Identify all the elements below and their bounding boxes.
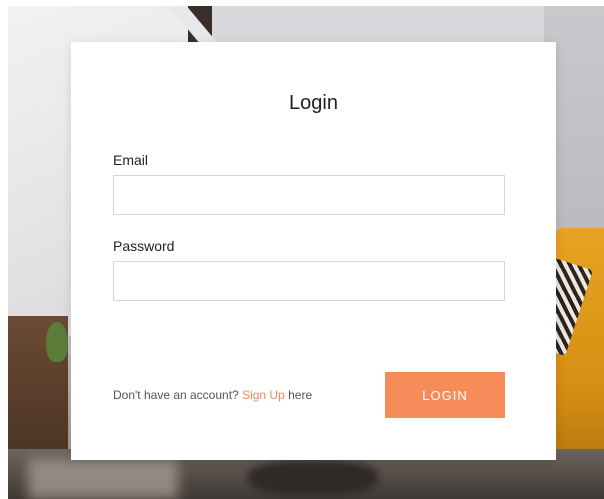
- page-title: Login: [289, 92, 338, 114]
- background-plant: [46, 322, 68, 362]
- background-blur: [28, 459, 178, 499]
- email-input[interactable]: [113, 175, 505, 215]
- background-table: [248, 461, 378, 495]
- email-label: Email: [113, 152, 149, 168]
- signup-prompt: Don't have an account? Sign Up here: [113, 388, 312, 402]
- login-card: Login Email Password Don't have an accou…: [71, 42, 556, 460]
- signup-suffix: here: [288, 388, 313, 402]
- password-input[interactable]: [113, 261, 505, 301]
- login-button[interactable]: LOGIN: [385, 372, 505, 418]
- signup-prefix: Don't have an account?: [113, 388, 239, 402]
- signup-link[interactable]: Sign Up: [242, 388, 285, 402]
- password-label: Password: [113, 238, 175, 254]
